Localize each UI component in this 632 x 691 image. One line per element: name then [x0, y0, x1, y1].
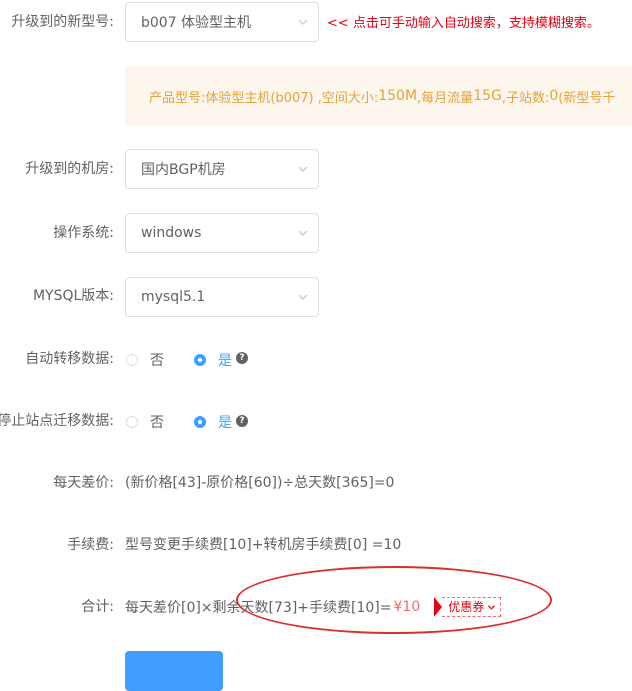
- question-icon[interactable]: ?: [236, 415, 248, 427]
- fee-formula: 型号变更手续费[10]+转机房手续费[0] =10: [125, 537, 402, 553]
- model-search-hint: << 点击可手动输入自动搜索，支持模糊搜索。: [327, 16, 600, 31]
- product-info-prefix: 产品型号:体验型主机(b007) ,空间大小:: [149, 90, 379, 106]
- auto-migrate-no-text: 否: [150, 353, 164, 369]
- os-select-value: windows: [141, 225, 202, 241]
- total-value-row: 每天差价[0]×剩余天数[73]+手续费[10]= ¥10 优惠券: [125, 597, 502, 617]
- room-select[interactable]: 国内BGP机房: [125, 149, 319, 189]
- product-info-mid1: ,每月流量: [417, 90, 474, 106]
- auto-migrate-yes-radio[interactable]: 是: [194, 350, 232, 370]
- coupon-tag-icon: [434, 597, 443, 617]
- stop-site-no-radio[interactable]: 否: [126, 412, 164, 432]
- os-label: 操作系统:: [53, 225, 114, 241]
- total-price: ¥10: [393, 599, 421, 615]
- auto-migrate-no-radio[interactable]: 否: [126, 350, 164, 370]
- coupon-box: 优惠券: [442, 597, 502, 617]
- daily-diff-label: 每天差价:: [53, 475, 114, 491]
- total-label: 合计:: [81, 599, 114, 615]
- radio-circle: [126, 416, 138, 428]
- chevron-down-icon: [288, 2, 318, 42]
- product-info-traffic: 15G: [473, 88, 502, 104]
- product-info-space: 150M: [378, 88, 418, 104]
- product-info-mid2: ,子站数:: [501, 90, 550, 106]
- mysql-select-value: mysql5.1: [141, 289, 206, 305]
- model-label: 升级到的新型号:: [11, 14, 114, 30]
- coupon-label: 优惠券: [448, 600, 485, 614]
- mysql-select[interactable]: mysql5.1: [125, 277, 319, 317]
- stop-site-yes-text: 是: [218, 415, 232, 431]
- submit-button[interactable]: [125, 651, 223, 691]
- total-formula: 每天差价[0]×剩余天数[73]+手续费[10]=: [125, 600, 392, 616]
- stop-site-yes-radio[interactable]: 是: [194, 412, 232, 432]
- auto-migrate-yes-text: 是: [218, 353, 232, 369]
- question-icon[interactable]: ?: [236, 352, 248, 364]
- daily-diff-formula: (新价格[43]-原价格[60])÷总天数[365]=0: [125, 475, 395, 491]
- model-select[interactable]: b007 体验型主机: [125, 2, 319, 42]
- room-label: 升级到的机房:: [25, 161, 114, 177]
- radio-circle-checked: [194, 354, 206, 366]
- auto-migrate-label: 自动转移数据:: [25, 351, 114, 367]
- stop-site-label: 停止站点迁移数据:: [0, 413, 114, 429]
- chevron-down-icon: [288, 213, 318, 253]
- product-info-suffix: (新型号千: [558, 90, 616, 106]
- product-info-subsites: 0: [549, 88, 559, 104]
- room-select-value: 国内BGP机房: [141, 162, 226, 178]
- model-select-value: b007 体验型主机: [141, 15, 252, 31]
- product-info-alert: 产品型号:体验型主机(b007) ,空间大小: 150M ,每月流量 15G ,…: [125, 66, 632, 126]
- radio-circle: [126, 354, 138, 366]
- chevron-down-icon: [288, 277, 318, 317]
- os-select[interactable]: windows: [125, 213, 319, 253]
- chevron-down-icon: [488, 604, 496, 610]
- fee-label: 手续费:: [67, 537, 114, 553]
- radio-circle-checked: [194, 416, 206, 428]
- mysql-label: MYSQL版本:: [32, 288, 114, 304]
- stop-site-no-text: 否: [150, 415, 164, 431]
- coupon-button[interactable]: 优惠券: [434, 597, 502, 617]
- chevron-down-icon: [288, 149, 318, 189]
